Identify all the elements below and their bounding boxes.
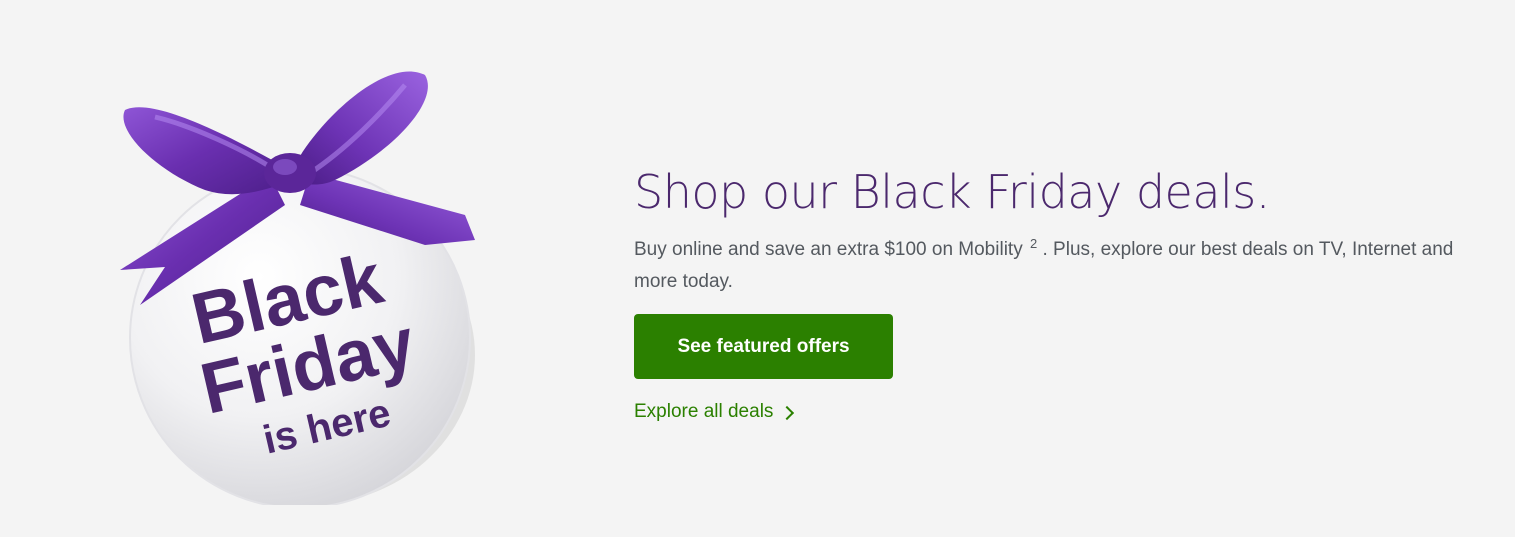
promo-headline: Shop our Black Friday deals. bbox=[634, 165, 1270, 219]
explore-all-deals-label: Explore all deals bbox=[634, 401, 774, 422]
footnote-link[interactable]: 2 bbox=[1030, 236, 1037, 251]
promo-description-text: Buy online and save an extra $100 on Mob… bbox=[634, 239, 1023, 260]
black-friday-badge-image: Black Friday is here bbox=[95, 55, 495, 505]
black-friday-hero: Black Friday is here Shop our Black Frid… bbox=[0, 0, 1515, 537]
see-featured-offers-button[interactable]: See featured offers bbox=[634, 314, 893, 379]
chevron-right-icon bbox=[780, 405, 795, 420]
explore-all-deals-link[interactable]: Explore all deals bbox=[634, 401, 1474, 423]
promo-description: Buy online and save an extra $100 on Mob… bbox=[634, 234, 1464, 298]
promo-content: Shop our Black Friday deals. Buy online … bbox=[634, 160, 1474, 423]
